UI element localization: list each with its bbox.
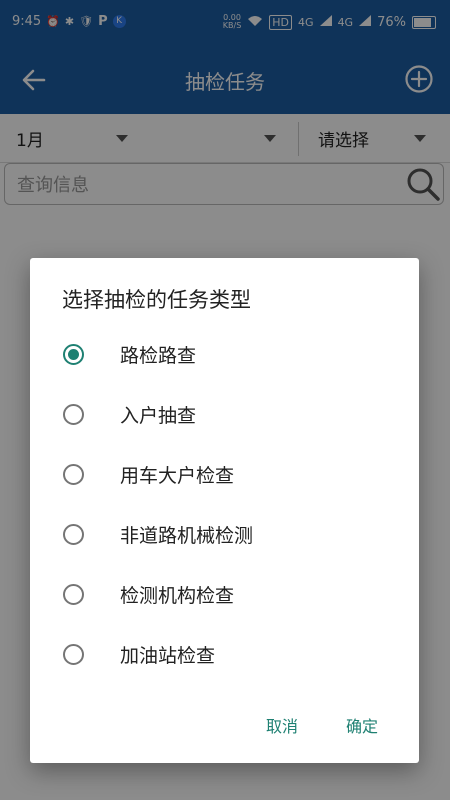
- option-label: 入户抽查: [120, 404, 197, 427]
- task-type-option-nonroad[interactable]: 非道路机械检测: [30, 504, 419, 564]
- radio-unchecked-icon[interactable]: [63, 583, 84, 605]
- task-type-options: 路检路查 入户抽查 用车大户检查 非道路机械检测 检测机构检查 加油站检查: [30, 324, 419, 684]
- task-type-option-road-check[interactable]: 路检路查: [30, 324, 419, 384]
- option-label: 非道路机械检测: [120, 524, 254, 547]
- task-type-option-agency[interactable]: 检测机构检查: [30, 564, 419, 624]
- option-label: 用车大户检查: [120, 464, 235, 487]
- cancel-button[interactable]: 取消: [266, 713, 298, 737]
- task-type-option-gas-station[interactable]: 加油站检查: [30, 624, 419, 684]
- radio-unchecked-icon[interactable]: [63, 643, 84, 665]
- option-label: 路检路查: [120, 344, 197, 367]
- radio-unchecked-icon[interactable]: [63, 523, 84, 545]
- radio-unchecked-icon[interactable]: [63, 463, 84, 485]
- option-label: 检测机构检查: [120, 584, 235, 607]
- radio-unchecked-icon[interactable]: [63, 403, 84, 425]
- confirm-button[interactable]: 确定: [346, 713, 378, 737]
- option-label: 加油站检查: [120, 644, 216, 667]
- radio-checked-icon[interactable]: [63, 343, 84, 365]
- task-type-option-household[interactable]: 入户抽查: [30, 384, 419, 444]
- task-type-option-fleet[interactable]: 用车大户检查: [30, 444, 419, 504]
- task-type-dialog: 选择抽检的任务类型 路检路查 入户抽查 用车大户检查 非道路机械检测 检测机构检…: [30, 258, 419, 763]
- dialog-title: 选择抽检的任务类型: [62, 288, 251, 312]
